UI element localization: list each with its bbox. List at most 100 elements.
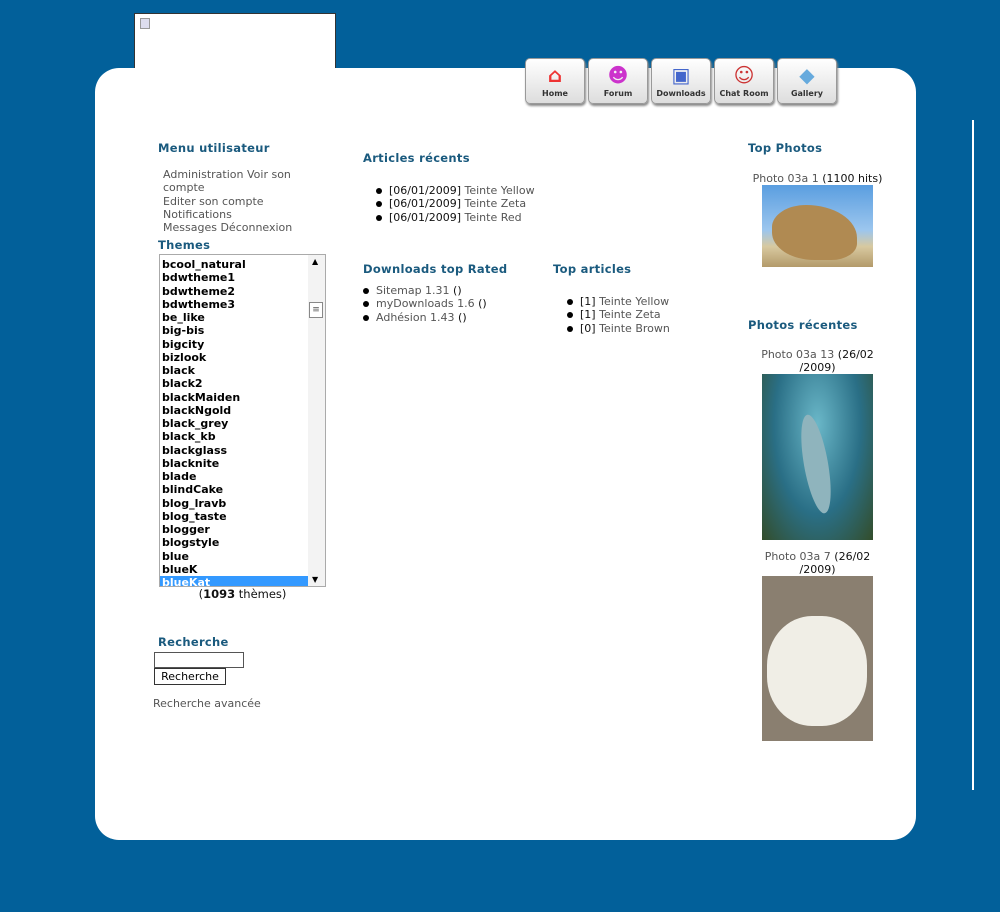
recent-photo-caption: Photo 03a 7 (26/02 /2009) — [764, 550, 871, 577]
list-item: [0] Teinte Brown — [567, 322, 670, 335]
list-item: [06/01/2009] Teinte Zeta — [376, 197, 535, 210]
advanced-search-link[interactable]: Recherche avancée — [153, 697, 261, 710]
theme-option[interactable]: blackglass — [160, 444, 308, 457]
gallery-icon: ◆ — [799, 63, 815, 87]
list-item: [1] Teinte Zeta — [567, 308, 670, 321]
link-notifications[interactable]: Notifications — [163, 208, 232, 221]
theme-option[interactable]: bigcity — [160, 338, 308, 351]
theme-option[interactable]: bizlook — [160, 351, 308, 364]
nav-home-button[interactable]: ⌂ Home — [525, 58, 585, 104]
house-icon: ⌂ — [547, 63, 563, 87]
scrollbar[interactable]: ▲ ≡ ▼ — [308, 255, 325, 586]
nav-chat-button[interactable]: ☺ Chat Room — [714, 58, 774, 104]
downloads-list: Sitemap 1.31 () myDownloads 1.6 () Adhésio… — [363, 284, 487, 324]
theme-option[interactable]: blindCake — [160, 483, 308, 496]
photo-polar-bear[interactable] — [762, 576, 873, 741]
theme-option[interactable]: be_like — [160, 311, 308, 324]
search-button[interactable]: Recherche — [154, 668, 226, 685]
articles-list: [06/01/2009] Teinte Yellow [06/01/2009] T… — [376, 184, 535, 224]
item-link[interactable]: myDownloads 1.6 — [376, 297, 475, 310]
photo-dolphin[interactable] — [762, 374, 873, 540]
item-meta: () — [478, 297, 487, 311]
theme-option[interactable]: blacknite — [160, 457, 308, 470]
broken-image-icon — [140, 18, 150, 29]
item-link[interactable]: Teinte Yellow — [464, 184, 534, 197]
recent-photo-caption: Photo 03a 13 (26/02 /2009) — [761, 348, 874, 375]
theme-option[interactable]: blog_lravb — [160, 497, 308, 510]
articles-title: Articles récents — [363, 151, 470, 165]
theme-option[interactable]: blackMaiden — [160, 391, 308, 404]
item-meta: [1] — [580, 295, 596, 308]
theme-option[interactable]: blog_taste — [160, 510, 308, 523]
nav-forum-button[interactable]: ☻ Forum — [588, 58, 648, 104]
theme-option[interactable]: blue — [160, 550, 308, 563]
theme-option[interactable]: big-bis — [160, 324, 308, 337]
search-input[interactable] — [154, 652, 244, 668]
item-meta: () — [458, 310, 467, 324]
list-item: [06/01/2009] Teinte Yellow — [376, 184, 535, 197]
item-link[interactable]: Teinte Zeta — [599, 308, 661, 321]
theme-option[interactable]: bdwtheme2 — [160, 285, 308, 298]
theme-option[interactable]: bcool_natural — [160, 258, 308, 271]
item-meta: () — [453, 284, 462, 297]
item-meta: [1] — [580, 308, 596, 322]
top-photos-title: Top Photos — [748, 141, 823, 155]
photo-link[interactable]: Photo 03a 7 — [765, 550, 831, 563]
list-item: Sitemap 1.31 () — [363, 284, 487, 297]
list-item: myDownloads 1.6 () — [363, 297, 487, 310]
item-link[interactable]: Teinte Yellow — [599, 295, 669, 308]
item-link[interactable]: Teinte Red — [464, 211, 521, 224]
users-icon: ☻ — [607, 63, 629, 87]
theme-option[interactable]: bdwtheme1 — [160, 271, 308, 284]
theme-option[interactable]: blogstyle — [160, 536, 308, 549]
link-administration[interactable]: Administration — [163, 168, 244, 181]
photo-link[interactable]: Photo 03a 13 — [761, 348, 834, 361]
item-meta: [06/01/2009] — [389, 184, 461, 197]
item-meta: [06/01/2009] — [389, 197, 461, 211]
downloads-title: Downloads top Rated — [363, 262, 508, 276]
top-articles-list: [1] Teinte Yellow [1] Teinte Zeta [0] Tein… — [567, 295, 670, 335]
list-item: Adhésion 1.43 () — [363, 311, 487, 324]
user-menu-title: Menu utilisateur — [158, 141, 270, 155]
top-nav: ⌂ Home ☻ Forum ▣ Downloads ☺ Chat Room ◆ Gall… — [525, 58, 837, 104]
item-meta: [0] — [580, 321, 596, 335]
themes-listbox[interactable]: bcool_natural bdwtheme1 bdwtheme2 bdwtheme3… — [159, 254, 326, 587]
theme-option[interactable]: black_kb — [160, 430, 308, 443]
theme-option[interactable]: blackNgold — [160, 404, 308, 417]
item-link[interactable]: Adhésion 1.43 — [376, 311, 455, 324]
scroll-up-icon[interactable]: ▲ — [312, 257, 318, 266]
scroll-thumb[interactable]: ≡ — [309, 302, 323, 318]
top-photo-caption: Photo 03a 1 (1100 hits) — [752, 172, 883, 185]
item-meta: [06/01/2009] — [389, 210, 461, 224]
recent-photos-title: Photos récentes — [748, 318, 858, 332]
item-link[interactable]: Sitemap 1.31 — [376, 284, 450, 297]
link-editer-compte[interactable]: Editer son compte — [163, 195, 264, 208]
floppy-icon: ▣ — [671, 63, 691, 87]
nav-downloads-button[interactable]: ▣ Downloads — [651, 58, 711, 104]
link-deconnexion[interactable]: Déconnexion — [220, 221, 292, 234]
theme-option[interactable]: black2 — [160, 377, 308, 390]
theme-option[interactable]: blogger — [160, 523, 308, 536]
themes-count: (1093 thèmes) — [198, 587, 287, 601]
theme-option[interactable]: blueKat — [160, 576, 308, 586]
item-link[interactable]: Teinte Brown — [599, 322, 670, 335]
theme-option[interactable]: blueK — [160, 563, 308, 576]
scroll-down-icon[interactable]: ▼ — [312, 575, 318, 584]
top-articles-title: Top articles — [553, 262, 632, 276]
theme-option[interactable]: bdwtheme3 — [160, 298, 308, 311]
theme-option[interactable]: blade — [160, 470, 308, 483]
theme-option[interactable]: black — [160, 364, 308, 377]
photo-camel[interactable] — [762, 185, 873, 267]
chat-icon: ☺ — [733, 63, 755, 87]
themes-title: Themes — [158, 238, 211, 252]
item-link[interactable]: Teinte Zeta — [464, 197, 526, 210]
nav-gallery-button[interactable]: ◆ Gallery — [777, 58, 837, 104]
theme-option[interactable]: black_grey — [160, 417, 308, 430]
link-messages[interactable]: Messages — [163, 221, 217, 234]
user-menu: Administration Voir son compte Editer so… — [163, 168, 323, 234]
divider — [972, 120, 974, 790]
search-title: Recherche — [158, 635, 229, 649]
list-item: [1] Teinte Yellow — [567, 295, 670, 308]
photo-link[interactable]: Photo 03a 1 — [753, 172, 819, 185]
list-item: [06/01/2009] Teinte Red — [376, 211, 535, 224]
